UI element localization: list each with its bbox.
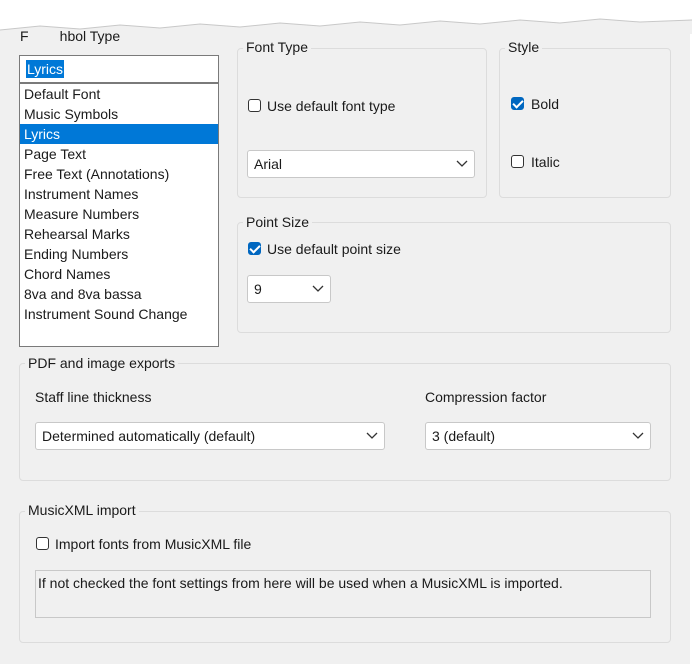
symbol-type-label: F hbol Type bbox=[20, 28, 121, 44]
list-item[interactable]: Measure Numbers bbox=[20, 204, 218, 224]
import-fonts-checkbox[interactable] bbox=[36, 537, 49, 550]
font-type-select-value: Arial bbox=[254, 156, 283, 172]
symbol-type-list[interactable]: Default Font Music Symbols Lyrics Page Text… bbox=[19, 83, 219, 347]
bold-checkbox[interactable] bbox=[511, 97, 524, 110]
point-size-select-value: 9 bbox=[254, 281, 262, 297]
list-item[interactable]: Chord Names bbox=[20, 264, 218, 284]
list-item[interactable]: Ending Numbers bbox=[20, 244, 218, 264]
bold-label: Bold bbox=[531, 96, 560, 112]
list-item[interactable]: 8va and 8va bassa bbox=[20, 284, 218, 304]
symbol-type-list-items: Default Font Music Symbols Lyrics Page Text… bbox=[20, 84, 218, 324]
list-item[interactable]: Instrument Names bbox=[20, 184, 218, 204]
chevron-down-icon bbox=[456, 160, 468, 167]
list-item[interactable]: Music Symbols bbox=[20, 104, 218, 124]
use-default-point-size-checkbox[interactable] bbox=[248, 242, 261, 255]
symbol-type-edit-value: Lyrics bbox=[26, 60, 65, 78]
font-type-group-label: Font Type bbox=[243, 39, 312, 55]
symbol-type-edit[interactable]: Lyrics bbox=[19, 55, 219, 83]
style-group-label: Style bbox=[505, 39, 543, 55]
list-item[interactable]: Rehearsal Marks bbox=[20, 224, 218, 244]
chevron-down-icon bbox=[632, 432, 644, 439]
list-item[interactable]: Default Font bbox=[20, 84, 218, 104]
style-group bbox=[499, 48, 671, 198]
compression-factor-select[interactable]: 3 (default) bbox=[425, 422, 651, 450]
list-item[interactable]: Page Text bbox=[20, 144, 218, 164]
use-default-point-size-label: Use default point size bbox=[267, 241, 401, 257]
list-item[interactable]: Instrument Sound Change bbox=[20, 304, 218, 324]
use-default-font-type-label: Use default font type bbox=[267, 98, 396, 114]
list-item[interactable]: Lyrics bbox=[20, 124, 218, 144]
chevron-down-icon bbox=[366, 432, 378, 439]
staff-line-thickness-select[interactable]: Determined automatically (default) bbox=[35, 422, 385, 450]
musicxml-note-box: If not checked the font settings from he… bbox=[35, 570, 651, 618]
compression-factor-value: 3 (default) bbox=[432, 428, 496, 444]
musicxml-note-text: If not checked the font settings from he… bbox=[38, 575, 563, 591]
italic-checkbox[interactable] bbox=[511, 155, 524, 168]
font-type-select[interactable]: Arial bbox=[247, 150, 475, 178]
list-item[interactable]: Free Text (Annotations) bbox=[20, 164, 218, 184]
staff-line-thickness-label: Staff line thickness bbox=[35, 389, 152, 405]
staff-line-thickness-value: Determined automatically (default) bbox=[42, 428, 256, 444]
italic-label: Italic bbox=[531, 154, 560, 170]
use-default-font-type-checkbox[interactable] bbox=[248, 99, 261, 112]
import-fonts-label: Import fonts from MusicXML file bbox=[55, 536, 252, 552]
point-size-select[interactable]: 9 bbox=[247, 275, 331, 303]
compression-factor-label: Compression factor bbox=[425, 389, 547, 405]
musicxml-group-label: MusicXML import bbox=[25, 502, 139, 518]
pdf-exports-group-label: PDF and image exports bbox=[25, 355, 179, 371]
point-size-group-label: Point Size bbox=[243, 214, 313, 230]
chevron-down-icon bbox=[312, 285, 324, 292]
